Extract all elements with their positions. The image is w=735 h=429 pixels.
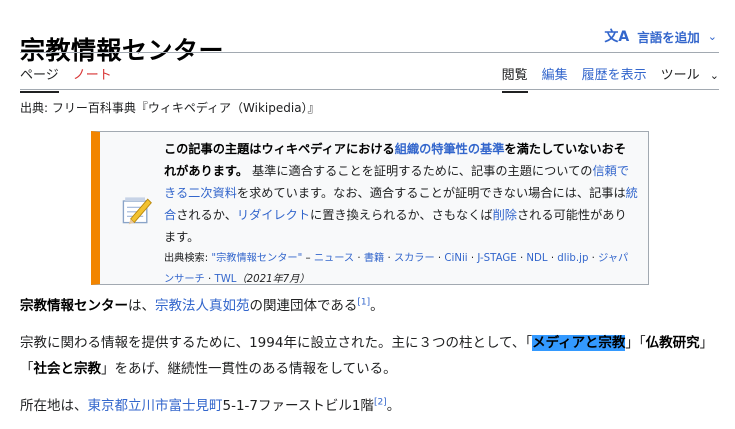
search-cinii-link[interactable]: CiNii	[444, 253, 467, 264]
reference-1-link[interactable]: [1]	[357, 298, 370, 308]
description-paragraph: 宗教に関わる情報を提供するために、1994年に設立された。主に３つの柱として、「…	[20, 330, 719, 382]
separator: ·	[547, 253, 558, 264]
search-books-link[interactable]: 書籍	[364, 253, 384, 264]
para3-period: 。	[386, 398, 401, 414]
search-scholar-link[interactable]: スカラー	[394, 253, 435, 264]
para2-text-2: 」「	[625, 335, 646, 351]
search-news-link[interactable]: ニュース	[314, 253, 354, 264]
chevron-down-icon: ⌄	[707, 29, 717, 43]
chevron-down-icon: ⌄	[709, 69, 719, 82]
shinnyoen-link[interactable]: 宗教法人真如苑	[155, 298, 250, 314]
search-query-link[interactable]: "宗教情報センター"	[211, 253, 302, 264]
address-link[interactable]: 東京都立川市富士見町	[88, 398, 223, 414]
para2-text-4: 」をあげ、継続性一貫性のある情報をしている。	[101, 361, 397, 377]
page-title: 宗教情報センター	[20, 35, 225, 65]
separator: ·	[588, 253, 599, 264]
pillar-society-religion: 社会と宗教	[33, 361, 102, 377]
delete-link[interactable]: 削除	[493, 208, 517, 222]
address-paragraph: 所在地は、東京都立川市富士見町5-1-7ファーストビル1階[2]。	[20, 393, 719, 419]
separator: ·	[516, 253, 527, 264]
para3-text: 所在地は、	[20, 398, 88, 414]
language-icon: 文A	[604, 29, 630, 45]
title-divider	[20, 52, 719, 53]
source-line: 出典: フリー百科事典『ウィキペディア（Wikipedia）』	[20, 101, 320, 115]
notability-notice: この記事の主題はウィキペディアにおける組織の特筆性の基準を満たしていないおそれが…	[91, 131, 649, 285]
notepad-pencil-icon	[122, 197, 152, 225]
search-twl-link[interactable]: TWL	[214, 274, 236, 285]
search-dlib-link[interactable]: dlib.jp	[557, 253, 588, 264]
separator: ·	[354, 253, 364, 264]
notice-text: この記事の主題はウィキペディアにおける組織の特筆性の基準を満たしていないおそれが…	[164, 138, 638, 290]
pillar-buddhism-research: 仏教研究	[645, 335, 700, 351]
notice-bold-text: この記事の主題はウィキペディアにおける	[164, 142, 395, 156]
notice-body-text-2: を求めています。なお、適合することが証明できない場合には、記事は	[236, 186, 626, 200]
para3-text-2: 5-1-7ファーストビル1階	[222, 398, 374, 414]
notice-body-text-3: されるか、	[176, 208, 237, 222]
tabs-divider	[20, 89, 719, 90]
intro-paragraph: 宗教情報センターは、宗教法人真如苑の関連団体である[1]。	[20, 293, 719, 319]
source-search-label: 出典検索	[164, 253, 205, 264]
pillar-media-religion: メディアと宗教	[532, 335, 626, 351]
notice-body-text-4: に置き換えられるか、さもなくば	[310, 208, 493, 222]
add-language-label: 言語を追加	[637, 29, 700, 45]
para1-text-2: の関連団体である	[249, 298, 358, 314]
separator: ·	[384, 253, 394, 264]
add-language-button[interactable]: 文A 言語を追加 ⌄	[604, 26, 717, 46]
search-ndl-link[interactable]: NDL	[526, 253, 547, 264]
separator: ·	[467, 253, 478, 264]
redirect-link[interactable]: リダイレクト	[237, 208, 310, 222]
separator: ·	[204, 274, 215, 285]
para1-period: 。	[370, 298, 384, 314]
separator: ·	[434, 253, 445, 264]
article-subject: 宗教情報センター	[20, 298, 128, 314]
para1-text: は、	[128, 298, 155, 314]
search-dash: –	[302, 253, 314, 264]
search-jstage-link[interactable]: J-STAGE	[477, 253, 516, 264]
reference-2-link[interactable]: [2]	[374, 398, 387, 408]
source-search-line: 出典検索: "宗教情報センター" – ニュース · 書籍 · スカラー · Ci…	[164, 248, 638, 290]
notice-date: （2021年7月）	[236, 274, 310, 285]
tools-label: ツール	[660, 68, 700, 83]
notice-body-text: 基準に適合することを証明するために、記事の主題についての	[248, 164, 593, 178]
para2-text: 宗教に関わる情報を提供するために、1994年に設立された。主に３つの柱として、「	[20, 335, 533, 351]
notability-link[interactable]: 組織の特筆性の基準	[395, 142, 505, 156]
